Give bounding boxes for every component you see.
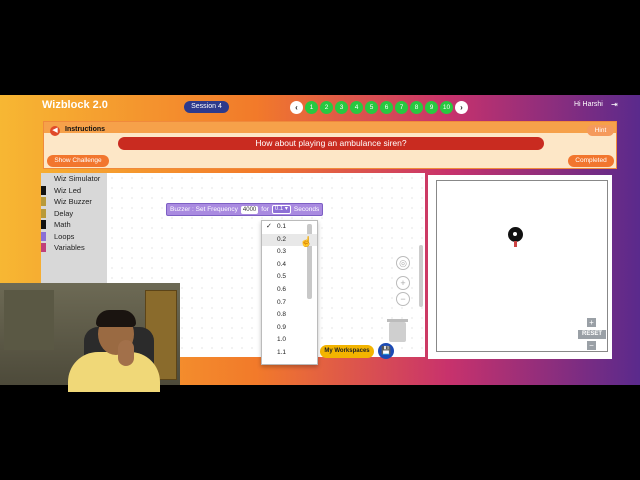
option-label: 1.0 <box>277 336 287 344</box>
step-7[interactable]: 7 <box>395 100 408 114</box>
option-label: 1.1 <box>277 348 287 356</box>
step-10[interactable]: 10 <box>440 100 453 114</box>
top-bar: Wizblock 2.0 Session 4 ‹ 1 2 3 4 5 6 7 8… <box>0 95 640 119</box>
save-icon[interactable]: 💾 <box>378 343 394 359</box>
my-workspaces-button[interactable]: My Workspaces <box>320 345 374 358</box>
chevron-left-icon[interactable]: ‹ <box>290 100 303 114</box>
category-wiz-led[interactable]: Wiz Led <box>41 185 107 197</box>
dropdown-option[interactable]: 0.4 <box>262 259 317 272</box>
step-3[interactable]: 3 <box>335 100 348 114</box>
option-label: 0.9 <box>277 323 287 331</box>
block-suffix: Seconds <box>293 206 320 213</box>
instructions-title: Instructions <box>65 126 106 133</box>
category-swatch <box>41 220 46 230</box>
webcam-person-hand <box>118 340 134 366</box>
dropdown-option[interactable]: 0.3 <box>262 246 317 259</box>
category-delay[interactable]: Delay <box>41 208 107 220</box>
block-for-label: for <box>261 206 269 213</box>
step-1[interactable]: 1 <box>305 100 318 114</box>
reset-button[interactable]: RESET <box>578 330 606 339</box>
simulator-stage <box>436 180 608 352</box>
option-label: 0.4 <box>277 260 287 268</box>
dropdown-option[interactable]: 1.1 <box>262 347 317 360</box>
step-6[interactable]: 6 <box>380 100 393 114</box>
stage-zoom-out-icon[interactable]: − <box>587 341 596 350</box>
option-label: 0.8 <box>277 311 287 319</box>
logout-icon[interactable]: ⇥ <box>611 100 618 109</box>
zoom-out-icon[interactable]: − <box>396 292 410 306</box>
option-label: 0.3 <box>277 248 287 256</box>
option-label: 0.2 <box>277 235 287 243</box>
option-label: 0.1 <box>277 223 287 230</box>
dropdown-option[interactable]: 0.8 <box>262 309 317 322</box>
category-label: Math <box>54 220 71 230</box>
user-greeting: Hi Harshi <box>574 101 603 108</box>
mouse-cursor-icon: ☝ <box>300 237 313 248</box>
buzzer-sprite-pin <box>514 241 517 247</box>
category-label: Delay <box>54 208 74 218</box>
dropdown-option[interactable]: 0.7 <box>262 297 317 310</box>
zoom-in-icon[interactable]: + <box>396 276 410 290</box>
step-navigator: ‹ 1 2 3 4 5 6 7 8 9 10 › <box>290 100 468 114</box>
dropdown-option[interactable]: ✓ 0.1 <box>262 221 317 234</box>
duration-value: 0.1 <box>274 206 284 212</box>
stage-zoom-in-icon[interactable]: + <box>587 318 596 327</box>
category-swatch <box>41 243 46 253</box>
brand-title: Wizblock 2.0 <box>42 99 108 111</box>
category-label: Wiz Buzzer <box>54 197 92 207</box>
buzzer-frequency-block[interactable]: Buzzer : Set Frequency 4000 for 0.1 ▾ Se… <box>166 203 324 216</box>
category-wiz-simulator[interactable]: Wiz Simulator <box>41 173 107 185</box>
chevron-right-icon[interactable]: › <box>455 100 468 114</box>
buzzer-sprite[interactable] <box>508 227 523 242</box>
instructions-panel: ◀ Instructions Hint How about playing an… <box>43 121 617 169</box>
show-challenge-button[interactable]: Show Challenge <box>47 155 109 167</box>
category-swatch <box>41 174 46 184</box>
recenter-icon[interactable]: ◎ <box>396 256 410 270</box>
category-swatch <box>41 197 46 207</box>
workspace-scrollbar[interactable] <box>419 245 423 307</box>
webcam-person-shirt <box>68 352 160 392</box>
category-label: Wiz Simulator <box>54 174 101 184</box>
webcam-person-hair <box>96 310 136 327</box>
frequency-input[interactable]: 4000 <box>240 205 259 214</box>
completed-button[interactable]: Completed <box>568 155 614 167</box>
dropdown-option[interactable]: 1.0 <box>262 334 317 347</box>
instructions-header <box>44 122 616 133</box>
category-wiz-buzzer[interactable]: Wiz Buzzer <box>41 196 107 208</box>
trash-icon[interactable] <box>387 319 408 342</box>
hint-button[interactable]: Hint <box>587 125 614 136</box>
step-4[interactable]: 4 <box>350 100 363 114</box>
category-label: Variables <box>54 243 85 253</box>
option-label: 0.5 <box>277 273 287 281</box>
category-label: Loops <box>54 231 75 241</box>
back-icon[interactable]: ◀ <box>50 126 60 136</box>
check-icon: ✓ <box>266 223 272 230</box>
category-swatch <box>41 231 46 241</box>
dropdown-option[interactable]: 0.5 <box>262 271 317 284</box>
step-2[interactable]: 2 <box>320 100 333 114</box>
step-5[interactable]: 5 <box>365 100 378 114</box>
challenge-question: How about playing an ambulance siren? <box>118 137 544 150</box>
duration-dropdown[interactable]: 0.1 ▾ <box>271 205 291 214</box>
webcam-background-shelf <box>4 290 54 350</box>
step-9[interactable]: 9 <box>425 100 438 114</box>
step-8[interactable]: 8 <box>410 100 423 114</box>
block-prefix: Buzzer : Set Frequency <box>170 206 238 213</box>
category-swatch <box>41 208 46 218</box>
option-label: 0.7 <box>277 298 287 306</box>
dropdown-option[interactable]: 0.6 <box>262 284 317 297</box>
category-label: Wiz Led <box>54 185 82 195</box>
session-badge[interactable]: Session 4 <box>184 101 229 113</box>
category-variables[interactable]: Variables <box>41 242 107 254</box>
category-loops[interactable]: Loops <box>41 231 107 243</box>
dropdown-option[interactable]: 0.9 <box>262 322 317 335</box>
category-swatch <box>41 185 46 195</box>
option-label: 0.6 <box>277 285 287 293</box>
category-math[interactable]: Math <box>41 219 107 231</box>
